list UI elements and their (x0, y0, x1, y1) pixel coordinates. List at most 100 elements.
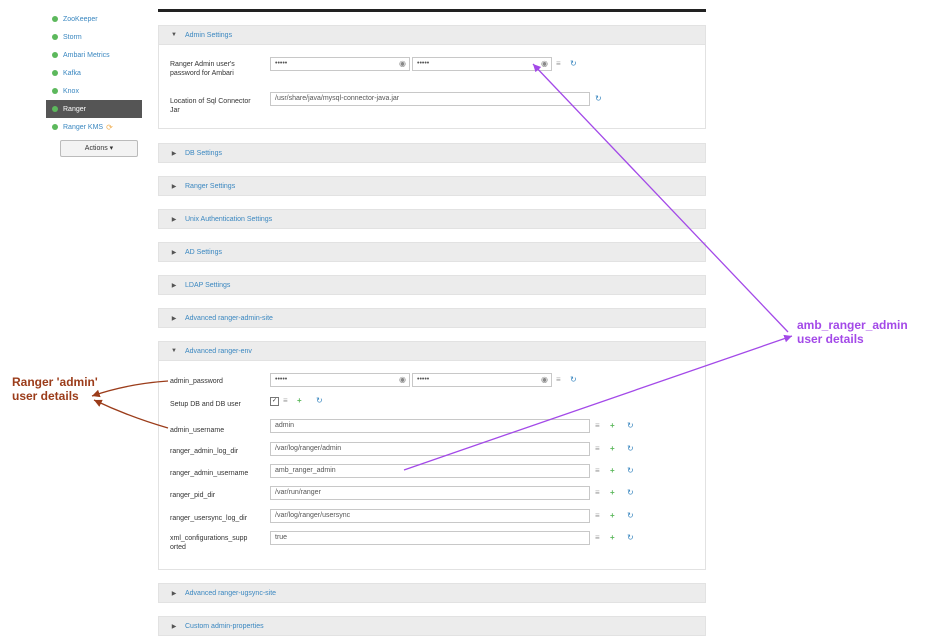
status-ok-icon (52, 34, 58, 40)
arrow-to-admin-username (93, 399, 169, 429)
caret-right-icon: ▶ (171, 216, 177, 223)
section-admin-settings[interactable]: ▼ Admin Settings (158, 25, 706, 45)
section-ranger-settings[interactable]: ▶ Ranger Settings (158, 176, 706, 196)
sidebar-item-storm[interactable]: Storm (46, 28, 142, 46)
log-dir-input[interactable]: /var/log/ranger/admin (270, 442, 590, 456)
caret-right-icon: ▶ (171, 282, 177, 289)
usersync-log-dir-label: ranger_usersync_log_dir (170, 515, 248, 522)
section-unix-auth-settings[interactable]: ▶ Unix Authentication Settings (158, 209, 706, 229)
usersync-log-dir-input[interactable]: /var/log/ranger/usersync (270, 509, 590, 523)
annotation-line: user details (12, 389, 79, 403)
admin-password-label: Ranger Admin user's password for Ambari (170, 61, 235, 77)
section-title: Advanced ranger-ugsync-site (185, 589, 277, 597)
sidebar-item-ranger-kms[interactable]: Ranger KMS ⟳ (46, 118, 142, 136)
section-custom-admin-properties[interactable]: ▶ Custom admin-properties (158, 616, 706, 636)
ranger-admin-annotation: Ranger 'admin' user details (12, 375, 98, 403)
section-advanced-ranger-env[interactable]: ▼ Advanced ranger-env (158, 341, 706, 361)
add-override-icon[interactable]: + (297, 396, 302, 406)
section-db-settings[interactable]: ▶ DB Settings (158, 143, 706, 163)
add-override-icon[interactable]: + (610, 533, 615, 543)
annotation-line: amb_ranger_admin (797, 318, 908, 332)
add-override-icon[interactable]: + (610, 421, 615, 431)
actions-button[interactable]: Actions ▾ (60, 140, 138, 157)
admin-username-input[interactable]: admin (270, 419, 590, 433)
caret-right-icon: ▶ (171, 150, 177, 157)
admin-password-input[interactable]: ••••• ◉ (270, 373, 410, 387)
annotation-line: Ranger 'admin' (12, 375, 98, 389)
equals-icon: ≡ (595, 421, 600, 430)
pid-dir-input[interactable]: /var/run/ranger (270, 486, 590, 500)
undo-icon[interactable]: ↻ (627, 488, 634, 498)
add-override-icon[interactable]: + (610, 511, 615, 521)
status-ok-icon (52, 124, 58, 130)
section-title: LDAP Settings (185, 281, 231, 289)
sidebar-item-label: Ranger (63, 105, 86, 113)
undo-icon[interactable]: ↻ (627, 421, 634, 431)
admin-password-confirm-input[interactable]: ••••• ◉ (412, 57, 552, 71)
equals-icon: ≡ (283, 396, 288, 405)
section-title: AD Settings (185, 248, 222, 256)
sidebar-item-ambari-metrics[interactable]: Ambari Metrics (46, 46, 142, 64)
undo-icon[interactable]: ↻ (627, 533, 634, 543)
section-ldap-settings[interactable]: ▶ LDAP Settings (158, 275, 706, 295)
top-divider (158, 9, 706, 12)
amb-ranger-admin-annotation: amb_ranger_admin user details (797, 318, 908, 346)
undo-icon[interactable]: ↻ (570, 375, 577, 385)
equals-icon: ≡ (595, 466, 600, 475)
status-ok-icon (52, 106, 58, 112)
equals-icon: ≡ (595, 444, 600, 453)
section-advanced-ranger-admin-site[interactable]: ▶ Advanced ranger-admin-site (158, 308, 706, 328)
sidebar-item-label: Ambari Metrics (63, 51, 110, 59)
undo-icon[interactable]: ↻ (570, 59, 577, 69)
undo-icon[interactable]: ↻ (627, 444, 634, 454)
undo-icon[interactable]: ↻ (595, 94, 602, 104)
add-override-icon[interactable]: + (610, 444, 615, 454)
log-dir-label: ranger_admin_log_dir (170, 448, 239, 455)
sidebar-item-zookeeper[interactable]: ZooKeeper (46, 10, 142, 28)
show-password-icon[interactable]: ◉ (399, 59, 406, 69)
sidebar-item-label: Storm (63, 33, 82, 41)
admin-password-label: admin_password (170, 378, 223, 385)
status-ok-icon (52, 52, 58, 58)
xml-config-label: xml_configurations_supported (170, 535, 248, 551)
show-password-icon[interactable]: ◉ (541, 375, 548, 385)
show-password-icon[interactable]: ◉ (399, 375, 406, 385)
xml-config-input[interactable]: true (270, 531, 590, 545)
sidebar-item-label: Knox (63, 87, 79, 95)
show-password-icon[interactable]: ◉ (541, 59, 548, 69)
ranger-env-body: admin_password ••••• ◉ ••••• ◉ ≡ ↻ Setup D… (158, 361, 706, 570)
input-value: ••••• (275, 376, 288, 383)
admin-username-label: admin_username (170, 427, 225, 434)
sidebar-item-kafka[interactable]: Kafka (46, 64, 142, 82)
caret-right-icon: ▶ (171, 315, 177, 322)
undo-icon[interactable]: ↻ (316, 396, 323, 406)
section-title: DB Settings (185, 149, 222, 157)
section-ad-settings[interactable]: ▶ AD Settings (158, 242, 706, 262)
sidebar-item-ranger[interactable]: Ranger (46, 100, 142, 118)
sidebar-item-label: Kafka (63, 69, 81, 77)
undo-icon[interactable]: ↻ (627, 466, 634, 476)
ranger-admin-username-input[interactable]: amb_ranger_admin (270, 464, 590, 478)
section-title: Unix Authentication Settings (185, 215, 273, 223)
section-advanced-ranger-ugsync-site[interactable]: ▶ Advanced ranger-ugsync-site (158, 583, 706, 603)
add-override-icon[interactable]: + (610, 466, 615, 476)
add-override-icon[interactable]: + (610, 488, 615, 498)
equals-icon: ≡ (595, 511, 600, 520)
sidebar-item-label: ZooKeeper (63, 15, 98, 23)
caret-down-icon: ▼ (171, 348, 177, 354)
restart-required-icon[interactable]: ⟳ (106, 123, 113, 132)
jar-location-input[interactable]: /usr/share/java/mysql-connector-java.jar (270, 92, 590, 106)
status-ok-icon (52, 70, 58, 76)
service-sidebar: ZooKeeper Storm Ambari Metrics Kafka Kno… (46, 10, 142, 157)
admin-password-input[interactable]: ••••• ◉ (270, 57, 410, 71)
setup-db-checkbox[interactable]: ✓ (270, 397, 279, 406)
caret-right-icon: ▶ (171, 249, 177, 256)
caret-right-icon: ▶ (171, 590, 177, 597)
caret-down-icon: ▼ (171, 32, 177, 38)
arrow-to-admin-password (91, 380, 169, 398)
caret-right-icon: ▶ (171, 183, 177, 190)
undo-icon[interactable]: ↻ (627, 511, 634, 521)
admin-password-confirm-input[interactable]: ••••• ◉ (412, 373, 552, 387)
sidebar-item-knox[interactable]: Knox (46, 82, 142, 100)
equals-icon: ≡ (556, 375, 561, 384)
